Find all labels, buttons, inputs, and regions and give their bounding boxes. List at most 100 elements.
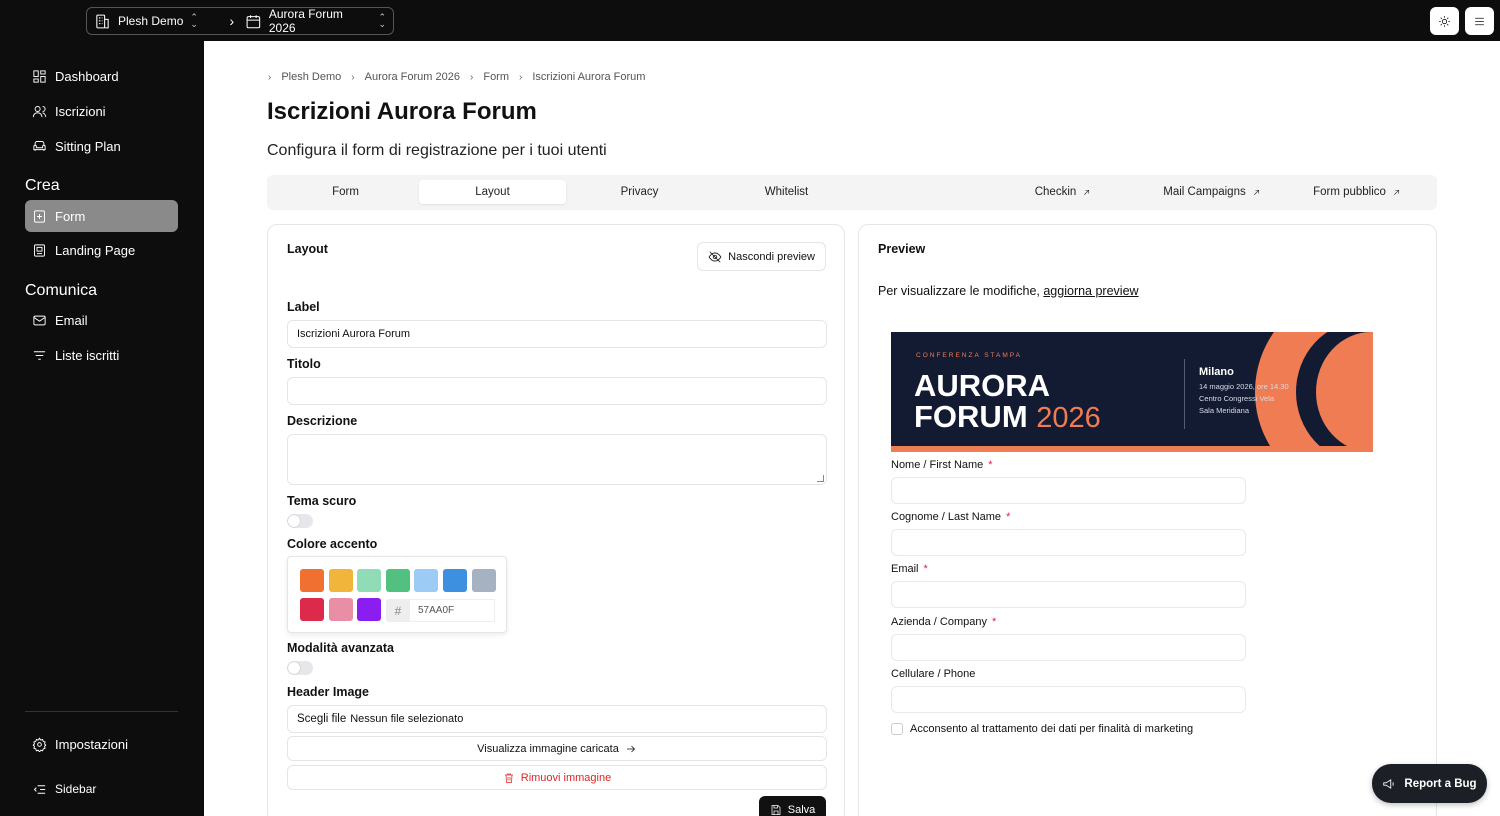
tab-privacy[interactable]: Privacy bbox=[566, 180, 713, 204]
context-switcher: Plesh Demo ⌃ ⌄ › Aurora Forum 2026 ⌃ ⌄ bbox=[86, 7, 394, 35]
toggle-knob bbox=[288, 515, 300, 527]
consent-checkbox[interactable] bbox=[891, 723, 903, 735]
field-label-text: Cognome / Last Name bbox=[891, 511, 1002, 523]
theme-toggle-button[interactable] bbox=[1430, 7, 1459, 35]
menu-button[interactable] bbox=[1465, 7, 1494, 35]
view-image-label: Visualizza immagine caricata bbox=[477, 742, 619, 755]
hex-value: 57AA0F bbox=[410, 599, 495, 622]
users-icon bbox=[32, 105, 47, 117]
banner-line2-text: FORUM bbox=[914, 399, 1028, 434]
email-input[interactable] bbox=[891, 581, 1246, 608]
gear-icon bbox=[32, 736, 47, 752]
banner-city: Milano bbox=[1199, 366, 1234, 378]
external-link-icon bbox=[1253, 189, 1259, 195]
tab-label: Layout bbox=[475, 186, 510, 198]
page-icon bbox=[34, 243, 45, 257]
field-label-text: Azienda / Company bbox=[891, 616, 987, 628]
sidebar-toggle[interactable]: Sidebar bbox=[25, 773, 178, 805]
sidebar-item-label: Sitting Plan bbox=[55, 138, 121, 154]
color-swatch[interactable] bbox=[329, 569, 353, 592]
descrizione-textarea[interactable] bbox=[287, 434, 827, 485]
preview-field-label: Nome / First Name * bbox=[891, 459, 993, 471]
sidebar-item-iscrizioni[interactable]: Iscrizioni bbox=[25, 95, 178, 127]
color-swatch[interactable] bbox=[472, 569, 496, 592]
descrizione-field-label: Descrizione bbox=[287, 414, 358, 428]
tab-mail-campaigns[interactable]: Mail Campaigns bbox=[1137, 180, 1287, 204]
main-content: › Plesh Demo › Aurora Forum 2026 › Form … bbox=[204, 41, 1500, 816]
layout-panel: Layout Nascondi preview Label Iscrizioni… bbox=[267, 224, 845, 816]
tab-whitelist[interactable]: Whitelist bbox=[713, 180, 860, 204]
choose-file-button[interactable]: Scegli file bbox=[297, 713, 346, 725]
tab-label: Whitelist bbox=[764, 186, 809, 198]
sidebar-item-label: Landing Page bbox=[55, 242, 136, 258]
color-swatch[interactable] bbox=[443, 569, 467, 592]
color-swatch[interactable] bbox=[357, 598, 381, 621]
first-name-input[interactable] bbox=[891, 477, 1246, 504]
marketing-consent: Acconsento al trattamento dei dati per f… bbox=[891, 723, 1193, 735]
sidebar-item-sitting-plan[interactable]: Sitting Plan bbox=[25, 130, 178, 162]
color-swatch[interactable] bbox=[414, 569, 438, 592]
tab-layout[interactable]: Layout bbox=[419, 180, 566, 204]
sidebar-item-landing-page[interactable]: Landing Page bbox=[25, 234, 178, 266]
banner-divider bbox=[1184, 359, 1185, 429]
sidebar-item-label: Iscrizioni bbox=[55, 103, 106, 119]
report-bug-button[interactable]: Report a Bug bbox=[1372, 764, 1487, 803]
chevron-right-icon: › bbox=[268, 71, 272, 83]
view-image-button[interactable]: Visualizza immagine caricata bbox=[287, 736, 827, 761]
filter-list-icon bbox=[33, 350, 46, 360]
banner-line1-text: AURORA bbox=[914, 368, 1051, 403]
breadcrumb: › Plesh Demo › Aurora Forum 2026 › Form … bbox=[268, 71, 645, 83]
color-swatch[interactable] bbox=[300, 569, 324, 592]
event-switcher[interactable]: Aurora Forum 2026 ⌃ ⌄ bbox=[238, 7, 393, 35]
tab-form-pubblico[interactable]: Form pubblico bbox=[1287, 180, 1427, 204]
sofa-icon bbox=[33, 140, 46, 151]
resize-grip-icon[interactable] bbox=[817, 475, 824, 482]
color-swatch[interactable] bbox=[329, 598, 353, 621]
tema-scuro-toggle[interactable] bbox=[287, 514, 313, 528]
last-name-input[interactable] bbox=[891, 529, 1246, 556]
tab-label: Mail Campaigns bbox=[1163, 186, 1246, 198]
sidebar-item-liste-iscritti[interactable]: Liste iscritti bbox=[25, 339, 178, 371]
layout-panel-title: Layout bbox=[287, 242, 328, 256]
preview-field-label: Cellulare / Phone bbox=[891, 668, 975, 680]
breadcrumb-item[interactable]: Form bbox=[483, 71, 509, 83]
banner-strip bbox=[891, 446, 1373, 452]
colore-accento-label: Colore accento bbox=[287, 537, 378, 551]
color-swatch[interactable] bbox=[357, 569, 381, 592]
preview-panel-title: Preview bbox=[878, 242, 926, 256]
trash-icon bbox=[504, 773, 513, 783]
header-image-file-input[interactable]: Scegli file Nessun file selezionato bbox=[287, 705, 827, 733]
sidebar-item-dashboard[interactable]: Dashboard bbox=[25, 60, 178, 92]
refresh-preview-link[interactable]: aggiorna preview bbox=[1043, 284, 1138, 298]
remove-image-button[interactable]: Rimuovi immagine bbox=[287, 765, 827, 790]
external-link-icon bbox=[1084, 189, 1090, 195]
hide-preview-button[interactable]: Nascondi preview bbox=[697, 242, 826, 271]
event-name: Aurora Forum 2026 bbox=[268, 7, 343, 35]
grid-icon bbox=[33, 69, 46, 83]
remove-image-label: Rimuovi immagine bbox=[520, 771, 612, 784]
titolo-input[interactable] bbox=[287, 377, 827, 405]
page-title: Iscrizioni Aurora Forum bbox=[267, 98, 537, 125]
sidebar-item-form[interactable]: Form bbox=[25, 200, 178, 232]
breadcrumb-item[interactable]: Plesh Demo bbox=[281, 71, 341, 83]
color-swatch[interactable] bbox=[386, 569, 410, 592]
breadcrumb-item-current: Iscrizioni Aurora Forum bbox=[532, 71, 646, 83]
sidebar-item-email[interactable]: Email bbox=[25, 304, 178, 336]
hex-input[interactable]: # 57AA0F bbox=[386, 599, 495, 622]
sidebar-item-impostazioni[interactable]: Impostazioni bbox=[25, 728, 178, 760]
workspace-switcher[interactable]: Plesh Demo ⌃ ⌄ bbox=[87, 13, 225, 30]
arrow-right-icon bbox=[626, 745, 635, 752]
tab-checkin[interactable]: Checkin bbox=[997, 180, 1129, 204]
banner-year: 2026 bbox=[1036, 402, 1101, 434]
breadcrumb-item[interactable]: Aurora Forum 2026 bbox=[365, 71, 460, 83]
chevron-right-icon: › bbox=[519, 71, 523, 83]
save-button[interactable]: Salva bbox=[759, 796, 826, 816]
color-swatch[interactable] bbox=[300, 598, 324, 621]
company-input[interactable] bbox=[891, 634, 1246, 661]
label-input[interactable]: Iscrizioni Aurora Forum bbox=[287, 320, 827, 348]
banner-date: 14 maggio 2026, ore 14.30 bbox=[1199, 382, 1289, 391]
tab-form[interactable]: Form bbox=[272, 180, 419, 204]
modalita-avanzata-toggle[interactable] bbox=[287, 661, 313, 675]
form-icon bbox=[34, 209, 45, 223]
phone-input[interactable] bbox=[891, 686, 1246, 713]
